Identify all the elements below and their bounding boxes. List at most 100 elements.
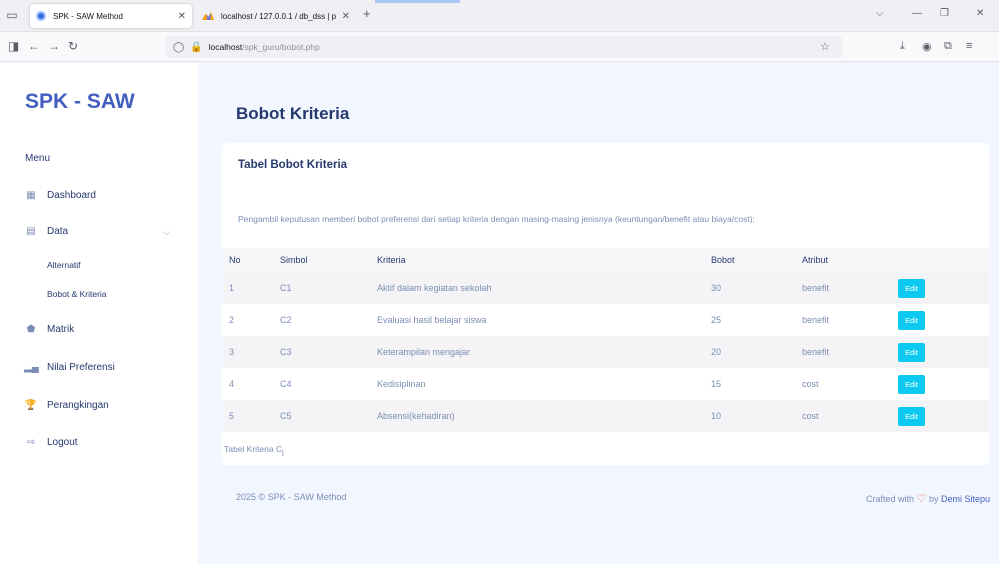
cell-bobot: 25 [711,315,722,325]
cell-action: Edit [898,272,989,304]
app-logo[interactable]: SPK - SAW [25,90,135,114]
sidebar-item-label: Nilai Preferensi [47,361,115,373]
phpmyadmin-favicon-icon [202,12,214,20]
card-title: Tabel Bobot Kriteria [238,159,348,171]
minimize-icon[interactable]: — [912,8,922,19]
cell-action: Edit [898,400,989,432]
sidebar-subitem-alternatif[interactable]: Alternatif [47,260,81,270]
restore-icon[interactable]: ❐ [940,8,949,19]
extensions-icon[interactable]: ⧉ [944,40,952,53]
tab-phpmyadmin[interactable]: localhost / 127.0.0.1 / db_dss | p ✕ [196,4,356,28]
url-host: localhost [208,42,243,52]
site-favicon-icon [36,11,46,21]
cell-action: Edit [898,336,989,368]
col-header-atribut: Atribut [802,255,829,265]
sidebar-item-label: Matrik [47,323,75,335]
bobot-table: No Simbol Kriteria Bobot Atribut 1 C1 Ak… [222,248,989,432]
table-caption-text: Tabel Kriteria C [224,444,283,454]
sidebar-item-matrik[interactable]: ⬟ Matrik [24,321,75,337]
edit-button[interactable]: Edit [898,406,925,426]
lock-icon: 🔒 [190,41,203,53]
browser-nav-bar: ◨ ← → ↻ ◯ 🔒 localhost/spk_guru/bobot.php… [0,32,999,62]
cell-kriteria: Absensi(kehadiran) [377,411,455,421]
edit-button[interactable]: Edit [898,342,925,362]
sidebar-subitem-bobot-kriteria[interactable]: Bobot & Kriteria [47,289,107,299]
sidebar: SPK - SAW Menu ▦ Dashboard ▤ Data ⌵ Alte… [0,63,198,564]
edit-button[interactable]: Edit [898,310,925,330]
cell-action: Edit [898,368,989,400]
shield-icon: ◯ [173,41,185,53]
cell-simbol: C1 [280,283,292,293]
close-window-icon[interactable]: ✕ [976,8,984,19]
col-header-bobot: Bobot [711,255,735,265]
download-icon[interactable]: ⤓ [900,40,905,53]
col-header-action [898,248,989,272]
cell-atribut: benefit [802,315,830,325]
account-icon[interactable]: ◉ [922,40,932,53]
grid-icon: ▦ [26,189,36,201]
sidebar-item-label: Data [47,225,69,237]
cell-no: 5 [229,411,235,421]
table-caption: Tabel Kriteria Cj [224,444,284,457]
close-tab-icon[interactable]: ✕ [342,11,350,22]
menu-icon[interactable]: ≡ [966,40,972,52]
table-row: 5 C5 Absensi(kehadiran) 10 cost Edit [222,400,989,432]
tab-title: localhost / 127.0.0.1 / db_dss | p [221,11,337,21]
card-description: Pengambil keputusan memberi bobot prefer… [238,214,755,224]
sidebar-item-label: Dashboard [47,189,96,201]
trophy-icon: 🏆 [24,399,38,411]
col-header-simbol: Simbol [280,255,308,265]
edit-button[interactable]: Edit [898,278,925,298]
reload-icon[interactable]: ↻ [68,39,78,53]
sidebar-toggle-icon[interactable]: ◨ [8,39,19,53]
cell-bobot: 10 [711,411,722,421]
cell-simbol: C2 [280,315,292,325]
forward-icon[interactable]: → [48,39,60,53]
cell-no: 2 [229,315,235,325]
cell-simbol: C3 [280,347,292,357]
footer-credit: Crafted with ♡ by Demi Sitepu [866,492,990,505]
tab-spk-saw[interactable]: SPK - SAW Method ✕ [30,4,192,28]
cell-atribut: benefit [802,283,830,293]
cell-atribut: cost [802,379,819,389]
col-header-no: No [229,255,241,265]
chevron-down-icon[interactable]: ⌵ [876,8,884,19]
sidebar-item-data[interactable]: ▤ Data [24,223,68,239]
back-icon[interactable]: ← [28,39,40,53]
bobot-card: Tabel Bobot Kriteria Pengambil keputusan… [222,143,989,465]
cell-bobot: 20 [711,347,722,357]
sidebar-item-logout[interactable]: ⇨ Logout [24,434,78,450]
close-tab-icon[interactable]: ✕ [178,11,186,22]
col-header-kriteria: Kriteria [377,255,406,265]
sidebar-item-nilai-preferensi[interactable]: ▂▄ Nilai Preferensi [24,359,115,375]
tab-title: SPK - SAW Method [53,11,123,21]
browser-tab-bar: ▭ SPK - SAW Method ✕ localhost / 127.0.0… [0,0,999,32]
cell-no: 4 [229,379,235,389]
bookmark-star-icon[interactable]: ☆ [820,40,830,53]
sidebar-item-perangkingan[interactable]: 🏆 Perangkingan [24,397,109,413]
url-bar[interactable]: ◯ 🔒 localhost/spk_guru/bobot.php ☆ [165,36,842,58]
table-header-row: No Simbol Kriteria Bobot Atribut [222,248,989,272]
menu-title: Menu [25,153,51,164]
edit-button[interactable]: Edit [898,374,925,394]
chevron-down-icon[interactable]: ⌵ [163,227,170,238]
new-tab-icon[interactable]: + [363,6,371,21]
cell-bobot: 15 [711,379,722,389]
cell-no: 1 [229,283,235,293]
tab-highlight [375,0,460,3]
page-title: Bobot Kriteria [236,104,350,123]
footer-author-link[interactable]: Demi Sitepu [941,494,990,504]
sidebar-item-label: Perangkingan [47,399,109,411]
sidebar-item-dashboard[interactable]: ▦ Dashboard [24,187,96,203]
cell-bobot: 30 [711,283,722,293]
logout-icon: ⇨ [26,436,36,448]
url-path: /spk_guru/bobot.php [242,42,320,52]
table-row: 2 C2 Evaluasi hasil belajar siswa 25 ben… [222,304,989,336]
cell-simbol: C4 [280,379,292,389]
table-row: 4 C4 Kedisiplinan 15 cost Edit [222,368,989,400]
tab-list-icon[interactable]: ▭ [4,7,20,23]
sidebar-item-label: Logout [47,436,78,448]
pentagon-icon: ⬟ [26,323,36,335]
footer-copyright: 2025 © SPK - SAW Method [236,492,347,502]
table-row: 1 C1 Aktif dalam kegiatan sekolah 30 ben… [222,272,989,304]
